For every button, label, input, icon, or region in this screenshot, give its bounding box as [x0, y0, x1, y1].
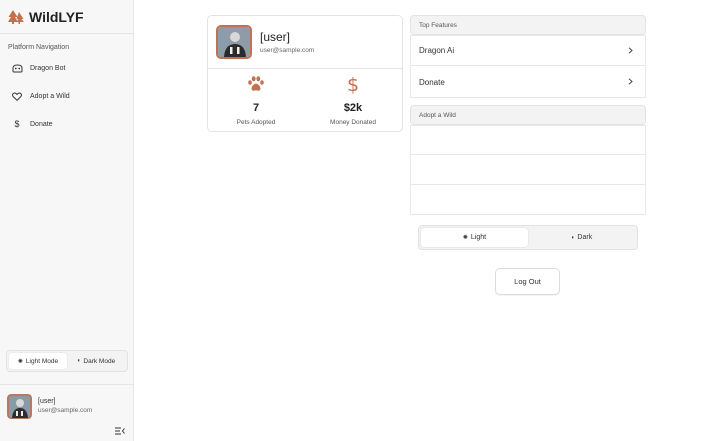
dark-theme-button[interactable]: ◖ Dark	[528, 228, 635, 247]
nav-section-title: Platform Navigation	[8, 44, 70, 51]
bot-icon	[11, 62, 23, 74]
stat-value: $2k	[343, 102, 363, 114]
profile-card: [user] user@sample.com 7 Pets Adopted $ …	[207, 15, 403, 132]
stat-money-donated: $ $2k Money Donated	[305, 74, 401, 127]
light-theme-button[interactable]: ✺ Light	[421, 228, 528, 247]
sidebar-mode-toggle: ✺ Light Mode ◖ Dark Mode	[6, 350, 128, 372]
sidebar-item-label: Donate	[30, 120, 53, 128]
sidebar-item-label: Dragon Bot	[30, 64, 66, 72]
collapse-sidebar-icon[interactable]	[115, 427, 125, 435]
feature-item-label: Donate	[419, 77, 445, 87]
sidebar-item-dragon-bot[interactable]: Dragon Bot	[0, 58, 133, 78]
adopt-list-item[interactable]	[410, 185, 646, 215]
moon-icon: ◖	[570, 234, 575, 241]
chevron-right-icon	[628, 47, 633, 54]
sun-icon: ✺	[17, 358, 23, 365]
brand[interactable]: WildLYF	[0, 0, 133, 34]
feature-item-dragon-ai[interactable]: Dragon Ai	[410, 35, 646, 66]
dollar-icon: $	[14, 119, 20, 129]
light-mode-label: Light Mode	[25, 357, 59, 365]
light-mode-button[interactable]: ✺ Light Mode	[9, 353, 67, 369]
sun-icon: ✺	[462, 235, 468, 241]
sidebar: WildLYF Platform Navigation Dragon Bot A…	[0, 0, 134, 441]
adopt-list-item[interactable]	[410, 155, 646, 185]
feature-item-label: Dragon Ai	[419, 46, 455, 55]
sidebar-item-donate[interactable]: $ Donate	[0, 114, 133, 134]
adopt-a-wild-header: Adopt a Wild	[410, 105, 646, 125]
feature-item-donate[interactable]: Donate	[410, 67, 646, 98]
heart-icon	[11, 90, 23, 102]
sidebar-item-adopt-a-wild[interactable]: Adopt a Wild	[0, 86, 133, 106]
dark-mode-button[interactable]: ◖ Dark Mode	[67, 353, 125, 369]
log-out-button[interactable]: Log Out	[495, 268, 560, 295]
stat-pets-adopted: 7 Pets Adopted	[208, 76, 304, 126]
sidebar-user-email: user@sample.com	[38, 407, 93, 414]
sidebar-item-label: Adopt a Wild	[30, 92, 70, 100]
profile-email: user@sample.com	[260, 47, 315, 54]
brand-name: WildLYF	[29, 8, 84, 25]
chevron-right-icon	[628, 78, 633, 85]
top-features-header: Top Features	[410, 15, 646, 35]
sidebar-user-name: [user]	[38, 398, 56, 405]
dark-mode-label: Dark Mode	[83, 357, 116, 365]
avatar	[7, 394, 32, 419]
divider	[208, 68, 402, 69]
stat-label: Money Donated	[330, 119, 376, 126]
dollar-icon: $	[346, 74, 360, 96]
moon-icon: ◖	[76, 358, 81, 364]
stat-value: 7	[252, 102, 260, 114]
theme-toggle: ✺ Light ◖ Dark	[418, 225, 638, 250]
dark-theme-label: Dark	[577, 234, 593, 241]
sidebar-user-footer[interactable]: [user] user@sample.com	[0, 384, 133, 441]
light-theme-label: Light	[470, 234, 487, 241]
tree-logo-icon	[8, 9, 24, 24]
stat-label: Pets Adopted	[236, 119, 276, 126]
paw-icon	[208, 76, 304, 96]
adopt-list-item[interactable]	[410, 125, 646, 155]
profile-avatar	[216, 25, 252, 59]
profile-name: [user]	[260, 30, 291, 44]
